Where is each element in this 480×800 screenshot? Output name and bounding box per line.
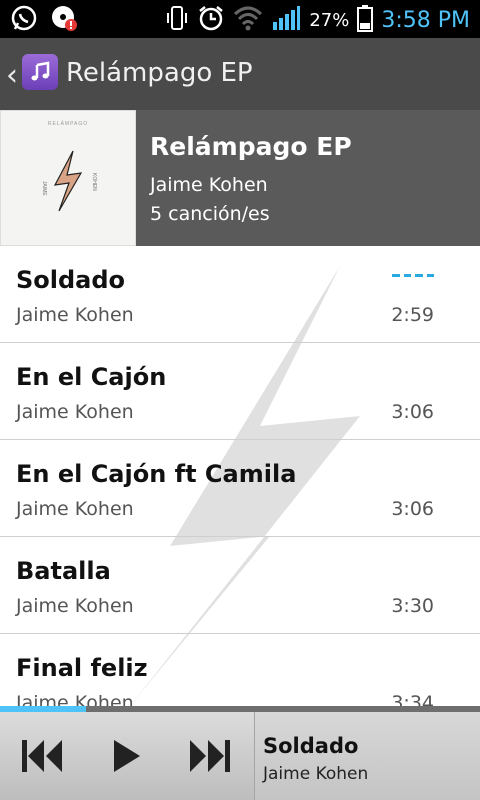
track-duration: 3:06: [391, 498, 434, 520]
previous-icon: [22, 740, 62, 772]
track-row[interactable]: Final feliz Jaime Kohen 3:34: [0, 634, 480, 706]
track-artist: Jaime Kohen: [16, 401, 134, 423]
alarm-icon: [197, 4, 225, 37]
battery-percent: 27%: [309, 10, 350, 31]
page-title: Relámpago EP: [66, 58, 253, 88]
status-bar: 27% 3:58 PM: [0, 0, 480, 38]
music-note-icon[interactable]: [22, 54, 58, 90]
track-duration: 3:34: [391, 692, 434, 706]
track-artist: Jaime Kohen: [16, 595, 134, 617]
track-artist: Jaime Kohen: [16, 304, 134, 326]
album-title: Relámpago EP: [150, 132, 352, 161]
album-art-right-text: KOHEN: [91, 173, 97, 191]
track-duration: 3:30: [391, 595, 434, 617]
track-row[interactable]: Batalla Jaime Kohen 3:30: [0, 537, 480, 634]
now-playing-indicator: [392, 270, 434, 280]
track-artist: Jaime Kohen: [16, 498, 134, 520]
album-art: RELÁMPAGO JAIME KOHEN: [0, 110, 136, 246]
whatsapp-icon: [10, 4, 38, 37]
track-duration: 3:06: [391, 401, 434, 423]
wifi-icon: [233, 4, 263, 37]
track-artist: Jaime Kohen: [16, 692, 134, 706]
vibrate-icon: [165, 4, 189, 37]
play-icon: [114, 740, 140, 772]
track-row[interactable]: En el Cajón Jaime Kohen 3:06: [0, 343, 480, 440]
now-playing-title: Soldado: [263, 734, 359, 758]
track-title: En el Cajón ft Camila: [16, 460, 297, 488]
song-count: 5 canción/es: [150, 203, 270, 225]
previous-button[interactable]: [0, 712, 84, 800]
album-art-left-text: JAIME: [41, 181, 47, 196]
back-chevron-icon[interactable]: ‹: [6, 58, 18, 93]
track-row[interactable]: Soldado Jaime Kohen 2:59: [0, 246, 480, 343]
signal-icon: [271, 4, 301, 37]
action-bar: ‹ Relámpago EP: [0, 38, 480, 110]
track-duration: 2:59: [391, 304, 434, 326]
battery-icon: [357, 4, 374, 37]
album-artist: Jaime Kohen: [150, 174, 268, 196]
album-header: RELÁMPAGO JAIME KOHEN Relámpago EP Jaime…: [0, 110, 480, 246]
track-title: En el Cajón: [16, 363, 167, 391]
now-playing-info[interactable]: Soldado Jaime Kohen: [254, 712, 480, 800]
track-row[interactable]: En el Cajón ft Camila Jaime Kohen 3:06: [0, 440, 480, 537]
album-art-top-text: RELÁMPAGO: [48, 120, 88, 127]
clock: 3:58 PM: [381, 8, 470, 33]
next-button[interactable]: [168, 712, 252, 800]
play-button[interactable]: [84, 712, 168, 800]
next-icon: [190, 740, 230, 772]
track-title: Final feliz: [16, 654, 148, 682]
track-title: Soldado: [16, 266, 126, 294]
track-title: Batalla: [16, 557, 111, 585]
track-list[interactable]: Soldado Jaime Kohen 2:59 En el Cajón Jai…: [0, 246, 480, 706]
now-playing-artist: Jaime Kohen: [263, 764, 369, 784]
music-notification-icon: [50, 4, 78, 37]
mini-player: Soldado Jaime Kohen: [0, 712, 480, 800]
